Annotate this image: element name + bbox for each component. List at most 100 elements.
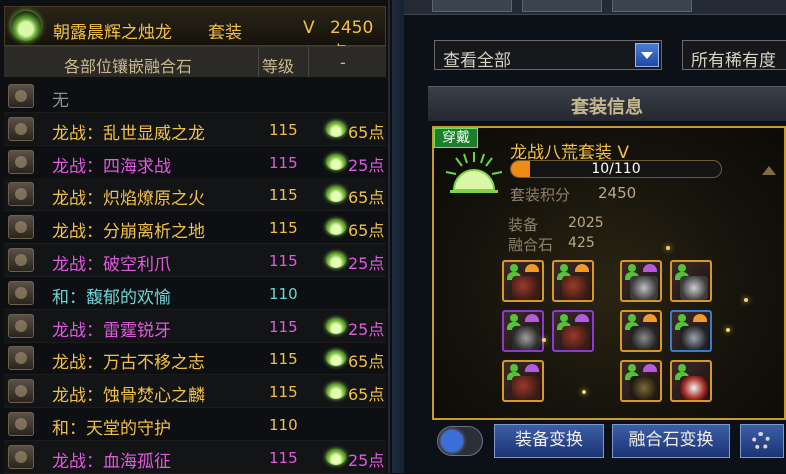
collapse-arrow-icon[interactable] — [762, 166, 776, 175]
view-filter-dropdown[interactable]: 查看全部 — [434, 40, 662, 71]
earring-icon — [8, 444, 34, 469]
sun-gem-icon — [326, 252, 346, 268]
suit-sun-icon — [445, 152, 503, 193]
suit-item-slot[interactable] — [620, 260, 662, 302]
suit-item-slot[interactable] — [620, 310, 662, 352]
rarity-filter-dropdown[interactable]: 所有稀有度 — [682, 40, 786, 71]
table-row[interactable]: 龙战：分崩离析之地 115 65点 — [4, 211, 386, 245]
row-points-value: 25点 — [348, 254, 385, 273]
suit-item-slot[interactable] — [620, 360, 662, 402]
amulet-icon — [8, 280, 34, 305]
suit-progress-text: 10/110 — [591, 161, 641, 177]
suit-points-value: 2450 — [598, 184, 637, 202]
row-points-value: 65点 — [348, 221, 385, 241]
row-level: 115 — [269, 252, 298, 270]
headgear-icon — [8, 182, 34, 207]
view-filter-value: 查看全部 — [443, 51, 511, 71]
table-row[interactable]: 龙战：乱世显威之龙 115 65点 — [4, 112, 386, 146]
suit-item-slot[interactable] — [552, 260, 594, 302]
row-stone-name: 龙战：分崩离析之地 — [52, 222, 205, 243]
table-row[interactable]: 无 — [4, 80, 386, 113]
row-level: 115 — [269, 120, 298, 139]
column-header-points: - — [340, 53, 346, 72]
row-stone-name: 和：馥郁的欢愉 — [52, 287, 171, 308]
table-row[interactable]: 龙战：血海孤征 115 25点 — [4, 440, 386, 474]
table-row[interactable]: 龙战：雷霆锐牙 115 25点 — [4, 309, 386, 343]
suit-header-suffix: 套装 — [208, 23, 242, 43]
equip-swap-button[interactable]: 装备变换 — [494, 424, 604, 458]
fusion-swap-button[interactable]: 融合石变换 — [612, 424, 730, 458]
suit-item-slot[interactable] — [502, 260, 544, 302]
sun-gem-icon — [326, 186, 346, 203]
row-points-value: 25点 — [348, 155, 385, 175]
suit-toggle-switch[interactable] — [437, 426, 483, 456]
pants-icon — [8, 149, 34, 174]
row-points-value: 65点 — [348, 385, 385, 405]
ring-icon — [8, 346, 34, 371]
equip-points-value: 2025 — [568, 215, 604, 231]
suit-header: 朝露晨辉之烛龙 套装 V 2450点 — [4, 6, 386, 63]
row-stone-name: 龙战：血海孤征 — [52, 451, 171, 472]
sun-gem-icon — [326, 317, 346, 334]
row-points-value: 25点 — [348, 450, 385, 470]
equipped-badge: 穿戴 — [434, 128, 478, 148]
suit-progress-bar: 10/110 — [510, 160, 722, 178]
belt-icon — [8, 215, 34, 240]
row-stone-name: 龙战：蚀骨焚心之麟 — [52, 386, 205, 407]
suit-item-slot[interactable] — [670, 360, 712, 402]
row-points-value: 65点 — [348, 122, 385, 142]
row-stone-name: 和：天堂的守护 — [52, 419, 171, 439]
row-stone-name: 龙战：万古不移之志 — [52, 353, 205, 374]
sun-gem-icon — [326, 383, 346, 400]
sun-gem-icon — [326, 448, 346, 465]
subequip-icon — [8, 379, 34, 404]
row-points-value: 65点 — [348, 188, 385, 208]
table-row[interactable]: 龙战：蚀骨焚心之麟 115 65点 — [4, 375, 386, 409]
table-row[interactable]: 龙战：万古不移之志 115 65点 — [4, 342, 386, 376]
suit-item-slot[interactable] — [502, 310, 544, 352]
suit-item-slot[interactable] — [552, 310, 594, 352]
table-row[interactable]: 和：天堂的守护 110 — [4, 408, 386, 441]
chevron-down-icon[interactable] — [635, 43, 659, 67]
table-row[interactable]: 龙战：破空利爪 115 25点 — [4, 244, 386, 277]
tab-stub[interactable] — [432, 0, 512, 12]
table-row[interactable]: 和：馥郁的欢愉 110 — [4, 277, 386, 310]
sun-emblem-icon — [11, 11, 41, 41]
sun-gem-icon — [326, 153, 346, 170]
row-stone-name: 龙战：四海求战 — [52, 156, 171, 177]
top-armor-icon — [8, 116, 34, 141]
sun-gem-icon — [326, 219, 346, 236]
row-stone-name: 龙战：雷霆锐牙 — [52, 320, 171, 341]
bracelet-icon — [8, 313, 34, 338]
sun-gem-icon — [326, 120, 346, 137]
row-points-value: 25点 — [348, 319, 385, 339]
suit-item-slot[interactable] — [670, 260, 712, 302]
suit-card[interactable]: 穿戴 龙战八荒套装 V 10/110 套装积分 2450 装备 2025 融合石… — [432, 126, 786, 420]
row-level: 115 — [269, 350, 298, 369]
column-header-name: 各部位镶嵌融合石 — [64, 57, 193, 76]
suit-info-title: 套装信息 — [571, 97, 643, 118]
table-row[interactable]: 龙战：炽焰燎原之火 115 65点 — [4, 178, 386, 212]
settings-button[interactable] — [740, 424, 784, 458]
row-stone-name: 龙战：炽焰燎原之火 — [52, 189, 205, 210]
suit-item-slot[interactable] — [670, 310, 712, 352]
suit-grade: V — [303, 18, 315, 38]
row-level: 115 — [269, 153, 298, 172]
row-points-value: 65点 — [348, 352, 385, 372]
row-stone-name: 龙战：破空利爪 — [52, 255, 171, 275]
wrench-gear-icon — [752, 432, 770, 450]
row-stone-name: 龙战：乱世显威之龙 — [52, 123, 205, 144]
suit-info-header: 套装信息 — [428, 86, 786, 121]
fusion-stone-panel: 朝露晨辉之烛龙 套装 V 2450点 各部位镶嵌融合石 等级 - 无龙战：乱世显… — [0, 0, 390, 474]
suit-item-slot[interactable] — [502, 360, 544, 402]
table-row[interactable]: 龙战：四海求战 115 25点 — [4, 146, 386, 179]
shoes-icon — [8, 248, 34, 272]
row-level: 110 — [269, 284, 298, 303]
tab-stub[interactable] — [612, 0, 692, 12]
row-stone-name: 无 — [52, 91, 69, 111]
equip-points-label: 装备 — [508, 216, 539, 234]
row-level: 110 — [269, 416, 298, 434]
row-level: 115 — [269, 383, 298, 402]
table-header: 各部位镶嵌融合石 等级 - — [4, 46, 386, 77]
tab-stub[interactable] — [522, 0, 602, 12]
